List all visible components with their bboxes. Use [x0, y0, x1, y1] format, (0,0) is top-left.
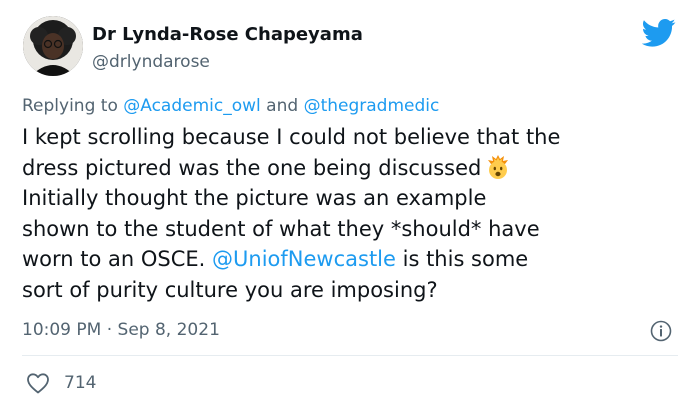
tweet-line-4: shown to the student of what they *shoul…	[22, 216, 540, 241]
like-count[interactable]: 714	[64, 373, 96, 393]
tweet-line-3: Initially thought the picture was an exa…	[22, 186, 487, 210]
reply-prefix: Replying to	[22, 96, 118, 116]
reply-conjunction: and	[266, 96, 299, 116]
tweet-card: Dr Lynda-Rose Chapeyama @drlyndarose Rep…	[0, 0, 700, 410]
tweet-line-5-before: worn to an OSCE.	[22, 247, 213, 271]
tweet-line-2-text: dress pictured was the one being discuss…	[22, 155, 482, 180]
avatar[interactable]	[23, 16, 83, 76]
mention-uniofnewcastle[interactable]: @UniofNewcastle	[212, 247, 396, 271]
tweet-date[interactable]: Sep 8, 2021	[118, 320, 220, 340]
timestamp-separator: ·	[106, 320, 113, 340]
exploding-head-emoji-icon	[485, 154, 511, 180]
tweet-line-2: dress pictured was the one being discuss…	[22, 153, 682, 184]
tweet-line-6: sort of purity culture you are imposing?	[22, 277, 438, 302]
author-handle[interactable]: @drlyndarose	[92, 52, 210, 72]
reply-context: Replying to @Academic_owl and @thegradme…	[22, 96, 439, 116]
info-icon[interactable]	[650, 320, 672, 342]
tweet-time[interactable]: 10:09 PM	[22, 320, 101, 340]
tweet-text: I kept scrolling because I could not bel…	[22, 122, 682, 305]
reply-mention-academic-owl[interactable]: @Academic_owl	[123, 96, 261, 116]
twitter-bird-icon[interactable]	[641, 18, 676, 48]
reply-mention-thegradmedic[interactable]: @thegradmedic	[304, 96, 440, 116]
tweet-line-5: worn to an OSCE. @UniofNewcastle is this…	[22, 244, 682, 275]
tweet-line-5-after: is this some	[395, 247, 529, 271]
author-display-name[interactable]: Dr Lynda-Rose Chapeyama	[92, 24, 363, 45]
divider	[22, 355, 678, 356]
tweet-line-1: I kept scrolling because I could not bel…	[22, 125, 561, 149]
heart-icon[interactable]	[26, 372, 50, 394]
tweet-timestamp[interactable]: 10:09 PM · Sep 8, 2021	[22, 320, 220, 340]
